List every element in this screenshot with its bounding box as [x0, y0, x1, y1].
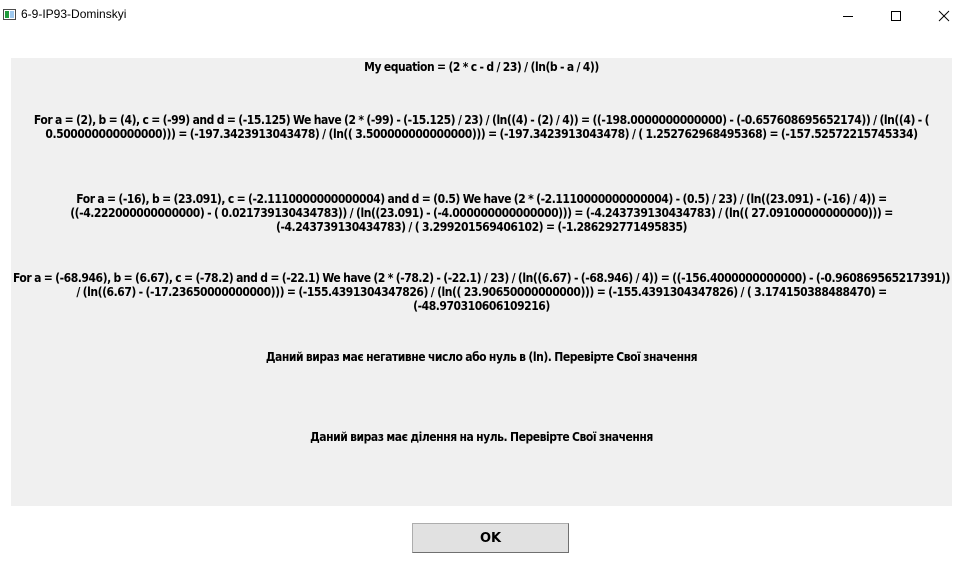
minimize-icon	[843, 15, 853, 17]
dialog-window: 6-9-IP93-Dominskyi My equation = (2 * c …	[0, 0, 967, 562]
maximize-icon	[891, 10, 901, 21]
minimize-button[interactable]	[825, 0, 871, 31]
maximize-button[interactable]	[873, 0, 919, 31]
result-text-1: For a = (2), b = (4), c = (-99) and d = …	[33, 113, 930, 141]
close-button[interactable]	[921, 0, 967, 31]
title-bar[interactable]: 6-9-IP93-Dominskyi	[0, 0, 967, 31]
result-text-2: For a = (-16), b = (23.091), c = (-2.111…	[70, 192, 893, 234]
error-log-message: Даний вираз має негативне число або нуль…	[265, 350, 698, 364]
message-panel: My equation = (2 * c - d / 23) / (ln(b -…	[11, 58, 952, 506]
result-text-3: For a = (-68.946), b = (6.67), c = (-78.…	[12, 271, 950, 313]
error-division-message: Даний вираз має ділення на нуль. Перевір…	[310, 430, 653, 444]
app-window-icon	[3, 9, 16, 20]
close-icon	[938, 10, 950, 21]
window-title: 6-9-IP93-Dominskyi	[21, 7, 127, 21]
ok-button[interactable]: OK	[412, 523, 569, 553]
equation-text: My equation = (2 * c - d / 23) / (ln(b -…	[364, 60, 599, 74]
